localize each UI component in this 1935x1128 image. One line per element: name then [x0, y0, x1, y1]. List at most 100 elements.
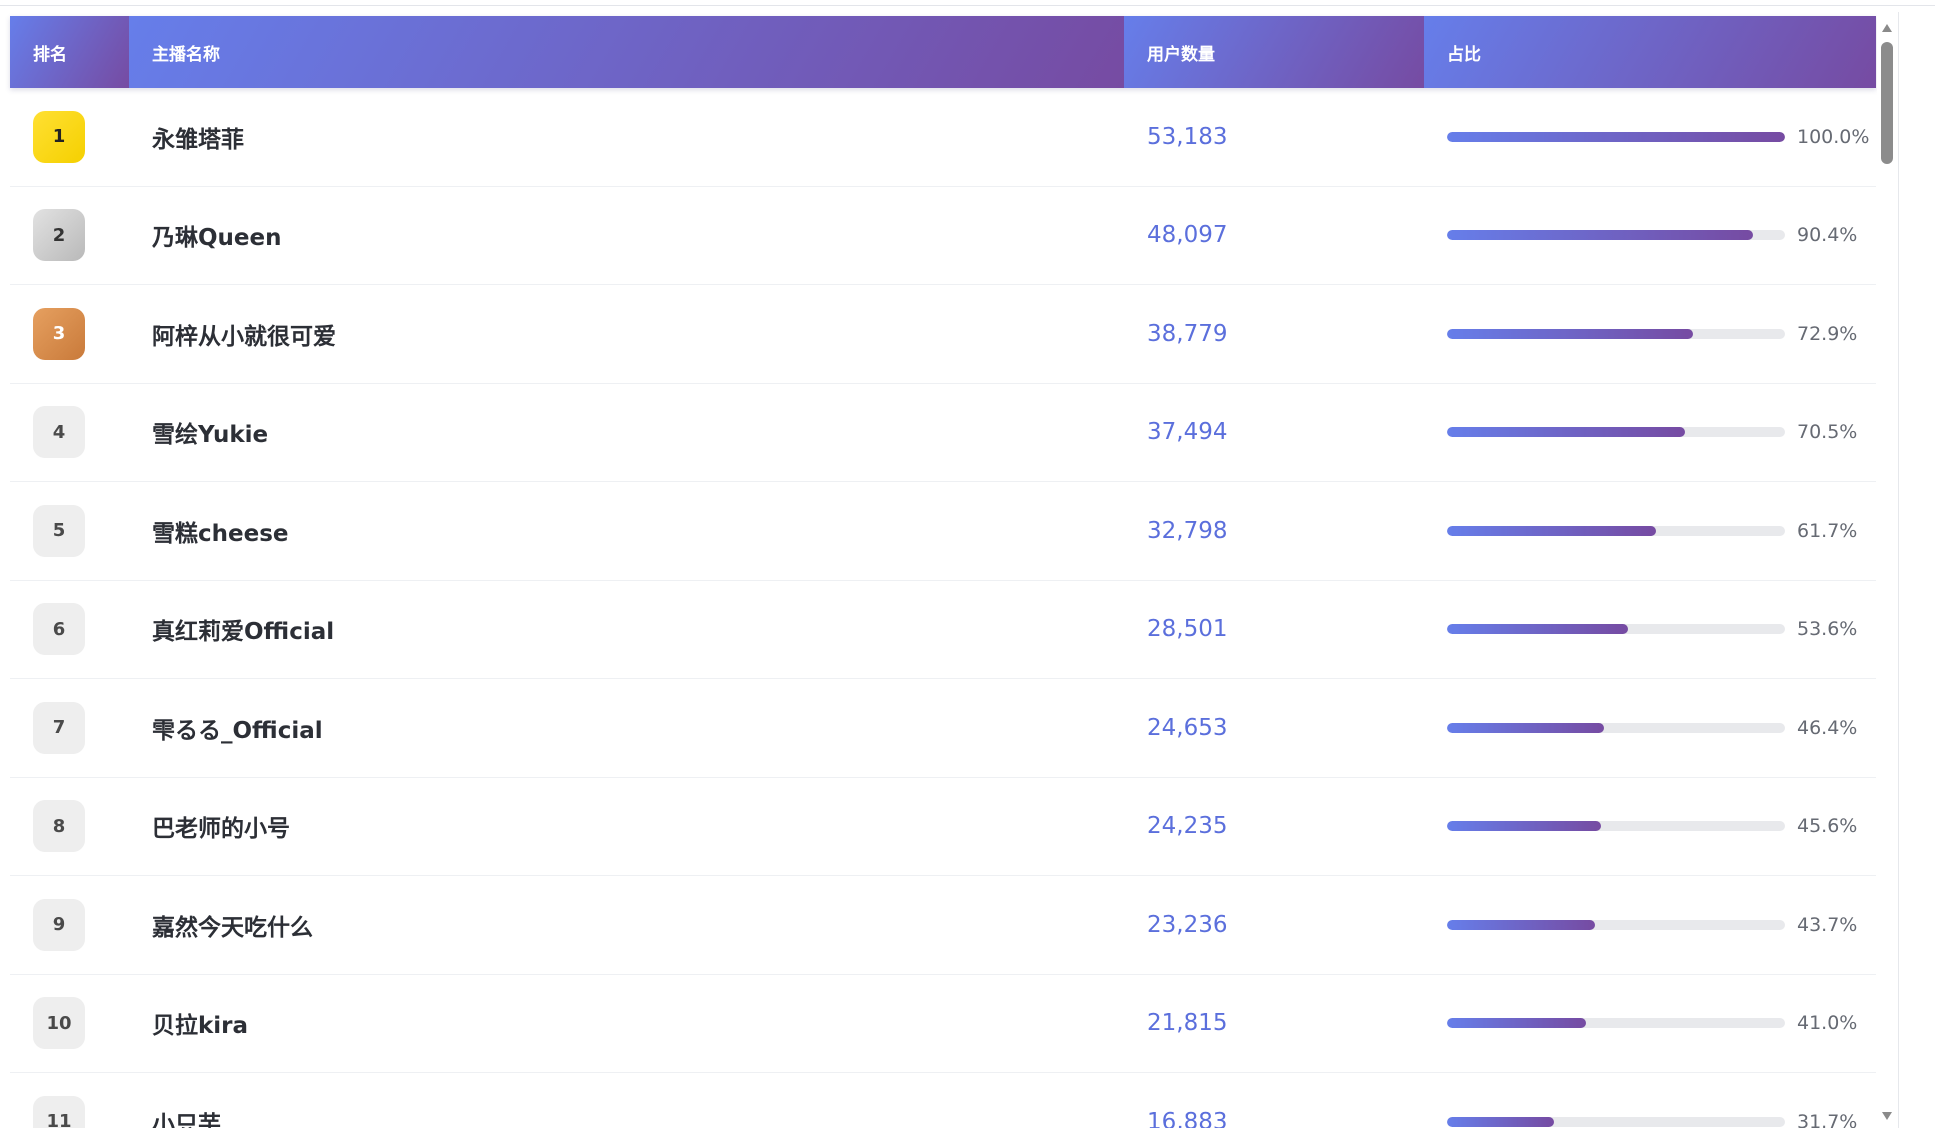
table-row[interactable]: 11 小只芋 16,883 31.7%: [10, 1073, 1876, 1128]
rank-badge: 4: [33, 406, 85, 459]
rank-badge: 2: [33, 209, 85, 262]
user-count: 21,815: [1147, 1010, 1228, 1037]
table-row[interactable]: 7 雫るる_Official 24,653 46.4%: [10, 679, 1876, 778]
share-bar-fill: [1447, 722, 1604, 733]
table-row[interactable]: 2 乃琳Queen 48,097 90.4%: [10, 186, 1876, 285]
share-percent: 53.6%: [1797, 618, 1858, 641]
rank-cell: 2: [10, 187, 129, 285]
share-cell: 53.6%: [1424, 581, 1876, 679]
name-cell: 永雏塔菲: [129, 88, 1124, 186]
user-count: 53,183: [1147, 123, 1228, 150]
streamer-name: 小只芋: [152, 1111, 221, 1128]
header-share[interactable]: 占比: [1424, 16, 1876, 88]
table-row[interactable]: 5 雪糕cheese 32,798 61.7%: [10, 482, 1876, 581]
name-cell: 贝拉kira: [129, 975, 1124, 1073]
share-percent: 46.4%: [1797, 716, 1858, 739]
share-cell: 72.9%: [1424, 285, 1876, 383]
name-cell: 嘉然今天吃什么: [129, 876, 1124, 974]
share-bar: 70.5%: [1447, 421, 1867, 443]
streamer-name: 雪绘Yukie: [152, 422, 269, 449]
scroll-up-icon[interactable]: [1882, 24, 1892, 32]
scroll-down-icon[interactable]: [1882, 1112, 1892, 1120]
share-percent: 43.7%: [1797, 913, 1858, 936]
users-cell: 16,883: [1124, 1073, 1424, 1128]
share-bar: 43.7%: [1447, 914, 1867, 936]
share-bar-fill: [1447, 328, 1694, 339]
share-bar-fill: [1447, 131, 1785, 142]
share-bar: 90.4%: [1447, 224, 1867, 246]
rank-badge: 6: [33, 603, 85, 656]
share-percent: 45.6%: [1797, 815, 1858, 838]
rank-badge: 11: [33, 1095, 85, 1128]
share-bar: 45.6%: [1447, 815, 1867, 837]
table-row[interactable]: 8 巴老师的小号 24,235 45.6%: [10, 777, 1876, 876]
share-bar-fill: [1447, 624, 1629, 635]
share-percent: 70.5%: [1797, 421, 1858, 444]
scroll-thumb[interactable]: [1881, 42, 1893, 164]
share-bar-track: [1447, 230, 1785, 241]
name-cell: 小只芋: [129, 1073, 1124, 1128]
table-row[interactable]: 9 嘉然今天吃什么 23,236 43.7%: [10, 876, 1876, 975]
user-count: 24,235: [1147, 813, 1228, 840]
streamer-name: 阿梓从小就很可爱: [152, 323, 336, 350]
ranking-table: 排名 主播名称 用户数量 占比 1 永雏塔菲 53,183 100.0% 2 乃…: [10, 16, 1876, 1128]
header-name[interactable]: 主播名称: [129, 16, 1124, 88]
users-cell: 28,501: [1124, 581, 1424, 679]
name-cell: 乃琳Queen: [129, 187, 1124, 285]
table-row[interactable]: 6 真红莉爱Official 28,501 53.6%: [10, 580, 1876, 679]
streamer-name: 乃琳Queen: [152, 225, 282, 252]
table-row[interactable]: 3 阿梓从小就很可爱 38,779 72.9%: [10, 285, 1876, 384]
share-cell: 61.7%: [1424, 482, 1876, 580]
table-row[interactable]: 10 贝拉kira 21,815 41.0%: [10, 974, 1876, 1073]
user-count: 23,236: [1147, 911, 1228, 938]
share-cell: 31.7%: [1424, 1073, 1876, 1128]
share-percent: 90.4%: [1797, 224, 1858, 247]
share-bar-track: [1447, 624, 1785, 635]
name-cell: 真红莉爱Official: [129, 581, 1124, 679]
streamer-name: 嘉然今天吃什么: [152, 914, 313, 941]
users-cell: 32,798: [1124, 482, 1424, 580]
name-cell: 雫るる_Official: [129, 679, 1124, 777]
share-bar: 41.0%: [1447, 1012, 1867, 1034]
table-body: 1 永雏塔菲 53,183 100.0% 2 乃琳Queen 48,097 90…: [10, 88, 1876, 1128]
vertical-scrollbar[interactable]: [1877, 12, 1897, 1128]
streamer-name: 贝拉kira: [152, 1013, 249, 1040]
streamer-name: 巴老师的小号: [152, 816, 290, 843]
share-cell: 45.6%: [1424, 778, 1876, 876]
share-percent: 61.7%: [1797, 519, 1858, 542]
share-bar-fill: [1447, 919, 1595, 930]
share-bar-fill: [1447, 1018, 1586, 1029]
users-cell: 48,097: [1124, 187, 1424, 285]
rank-badge: 5: [33, 504, 85, 557]
share-cell: 70.5%: [1424, 384, 1876, 482]
share-bar-track: [1447, 328, 1785, 339]
share-bar: 31.7%: [1447, 1111, 1867, 1128]
share-cell: 41.0%: [1424, 975, 1876, 1073]
share-bar-fill: [1447, 821, 1602, 832]
rank-cell: 9: [10, 876, 129, 974]
share-percent: 31.7%: [1797, 1110, 1858, 1128]
share-bar-track: [1447, 821, 1785, 832]
header-users[interactable]: 用户数量: [1124, 16, 1424, 88]
streamer-name: 雫るる_Official: [152, 717, 323, 744]
name-cell: 雪糕cheese: [129, 482, 1124, 580]
share-bar-track: [1447, 1018, 1785, 1029]
table-row[interactable]: 1 永雏塔菲 53,183 100.0%: [10, 88, 1876, 187]
header-rank[interactable]: 排名: [10, 16, 129, 88]
users-cell: 38,779: [1124, 285, 1424, 383]
user-count: 37,494: [1147, 419, 1228, 446]
share-bar: 46.4%: [1447, 717, 1867, 739]
streamer-name: 真红莉爱Official: [152, 619, 335, 646]
share-percent: 41.0%: [1797, 1012, 1858, 1035]
rank-cell: 6: [10, 581, 129, 679]
table-header: 排名 主播名称 用户数量 占比: [10, 16, 1876, 88]
top-divider: [0, 5, 1935, 6]
share-percent: 72.9%: [1797, 322, 1858, 345]
share-bar-track: [1447, 722, 1785, 733]
table-row[interactable]: 4 雪绘Yukie 37,494 70.5%: [10, 383, 1876, 482]
share-bar: 72.9%: [1447, 323, 1867, 345]
rank-badge: 8: [33, 800, 85, 853]
rank-badge: 10: [33, 997, 85, 1050]
rank-cell: 8: [10, 778, 129, 876]
share-percent: 100.0%: [1797, 125, 1870, 148]
